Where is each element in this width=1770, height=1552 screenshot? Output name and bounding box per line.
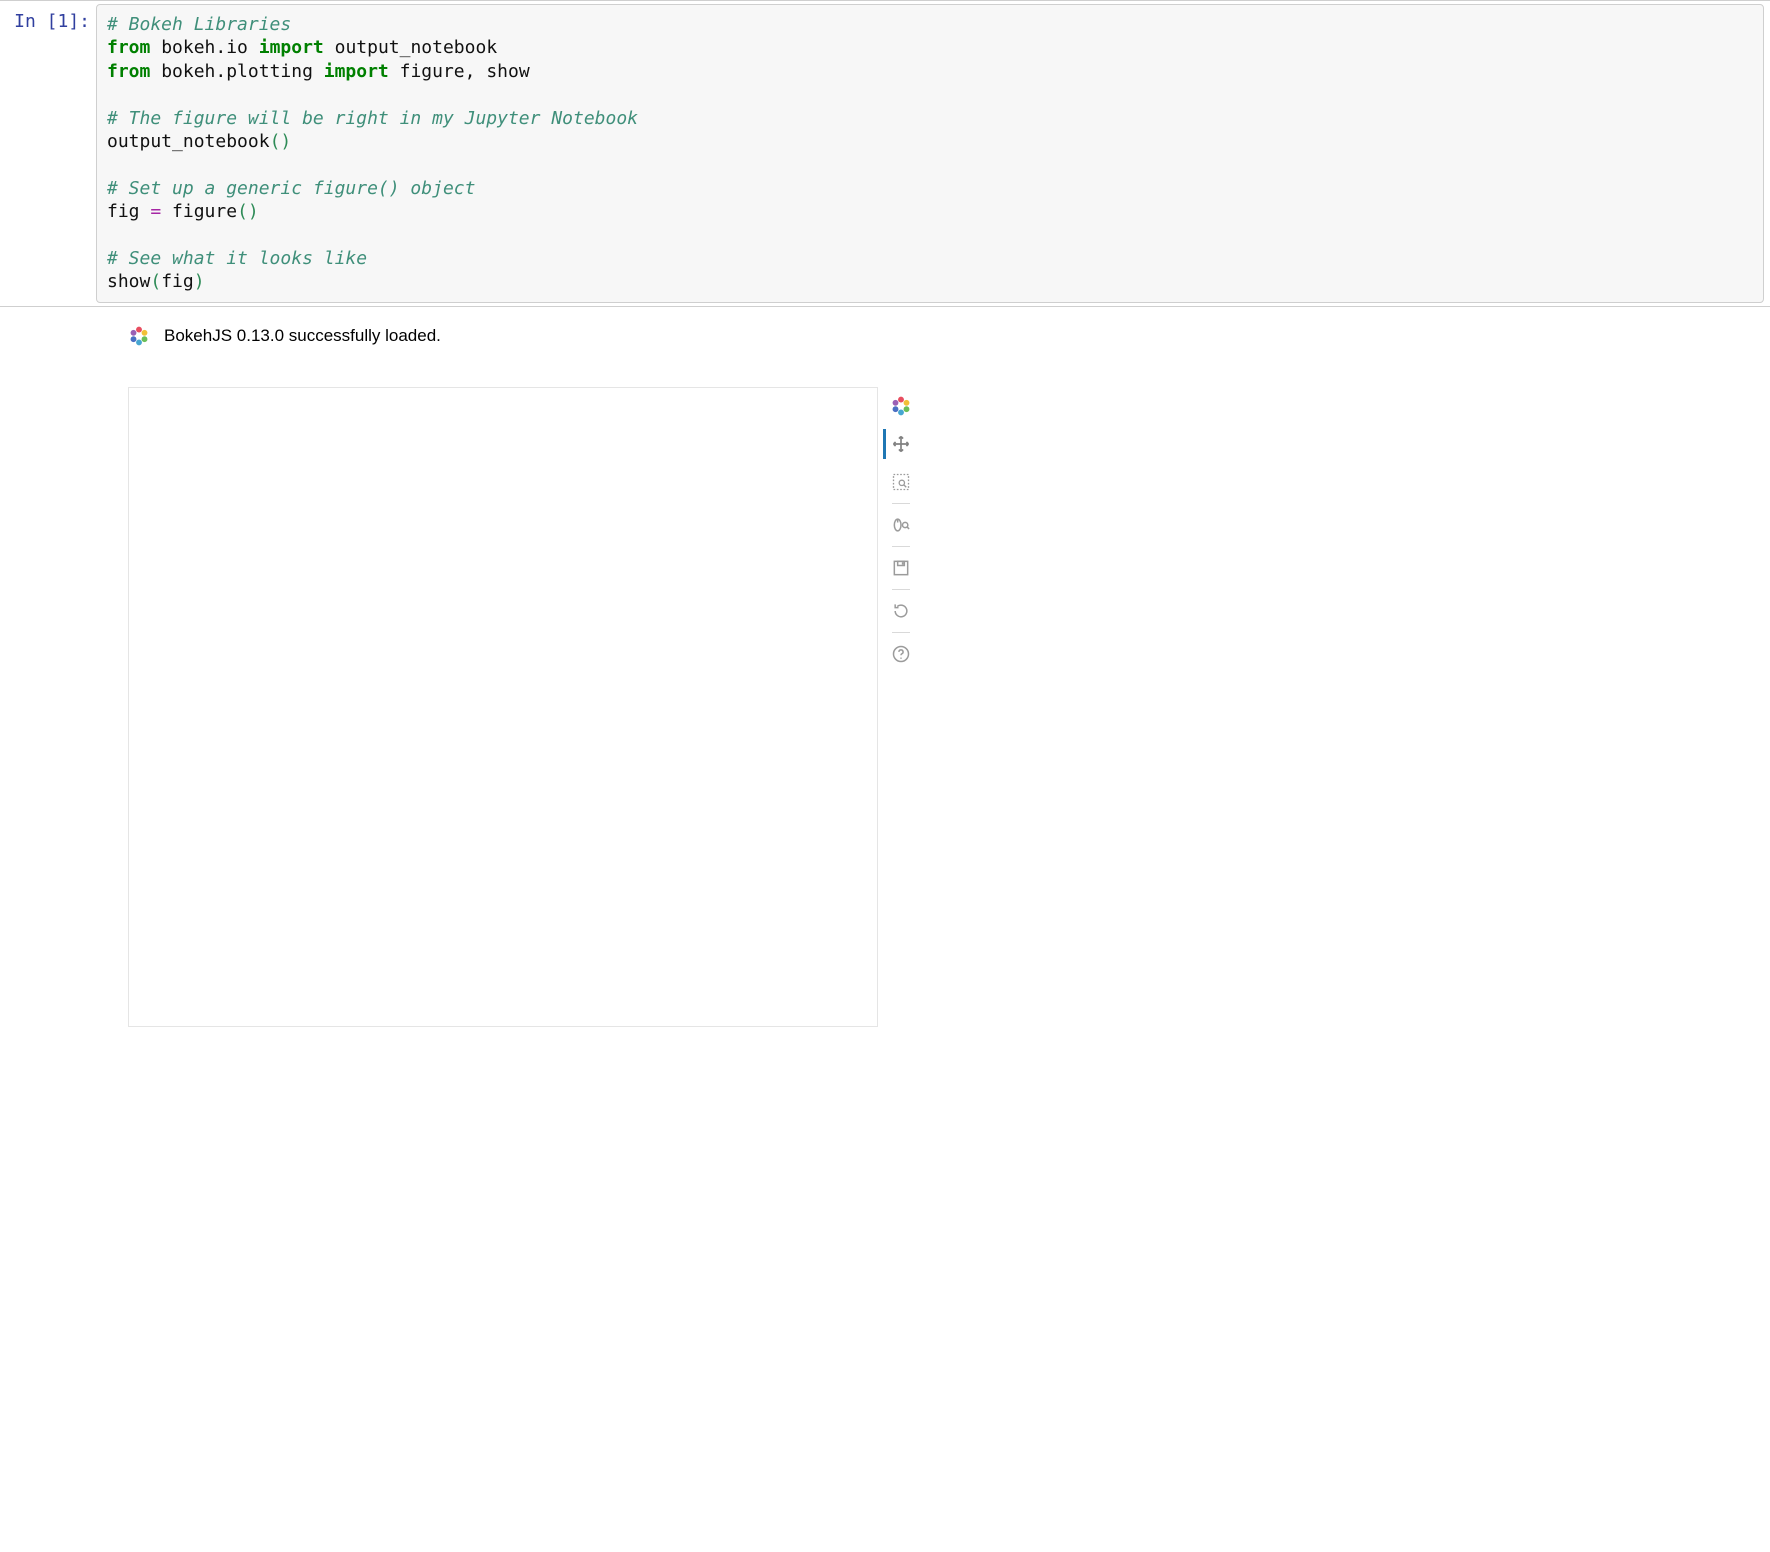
prompt-text: In [1]: [14,11,90,32]
input-prompt: In [1]: [0,1,96,306]
output-area: BokehJS 0.13.0 successfully loaded. [0,307,1770,1027]
bokeh-load-text: BokehJS 0.13.0 successfully loaded. [164,326,441,346]
reset-icon [891,601,911,621]
code-input-area[interactable]: # Bokeh Libraries from bokeh.io import o… [96,4,1764,303]
bokeh-plot-wrap [128,387,1770,1027]
bokeh-logo-icon [128,325,150,347]
bokeh-toolbar [886,387,916,673]
save-icon [891,558,911,578]
logo-icon [890,395,912,417]
toolbar-separator [892,589,910,590]
bokeh-logo [886,391,916,421]
wheel-zoom-tool[interactable] [886,510,916,540]
pan-tool[interactable] [883,429,916,459]
reset-tool[interactable] [886,596,916,626]
save-tool[interactable] [886,553,916,583]
toolbar-separator [892,503,910,504]
help-icon [891,644,911,664]
pan-icon [891,434,911,454]
toolbar-separator [892,546,910,547]
toolbar-separator [892,632,910,633]
code-block: # Bokeh Libraries from bokeh.io import o… [107,13,1753,294]
wheelzoom-icon [891,515,911,535]
box-zoom-tool[interactable] [886,467,916,497]
bokeh-load-banner: BokehJS 0.13.0 successfully loaded. [128,325,1770,347]
bokeh-figure-canvas[interactable] [128,387,878,1027]
code-cell: In [1]: # Bokeh Libraries from bokeh.io … [0,0,1770,307]
help-tool[interactable] [886,639,916,669]
boxzoom-icon [891,472,911,492]
